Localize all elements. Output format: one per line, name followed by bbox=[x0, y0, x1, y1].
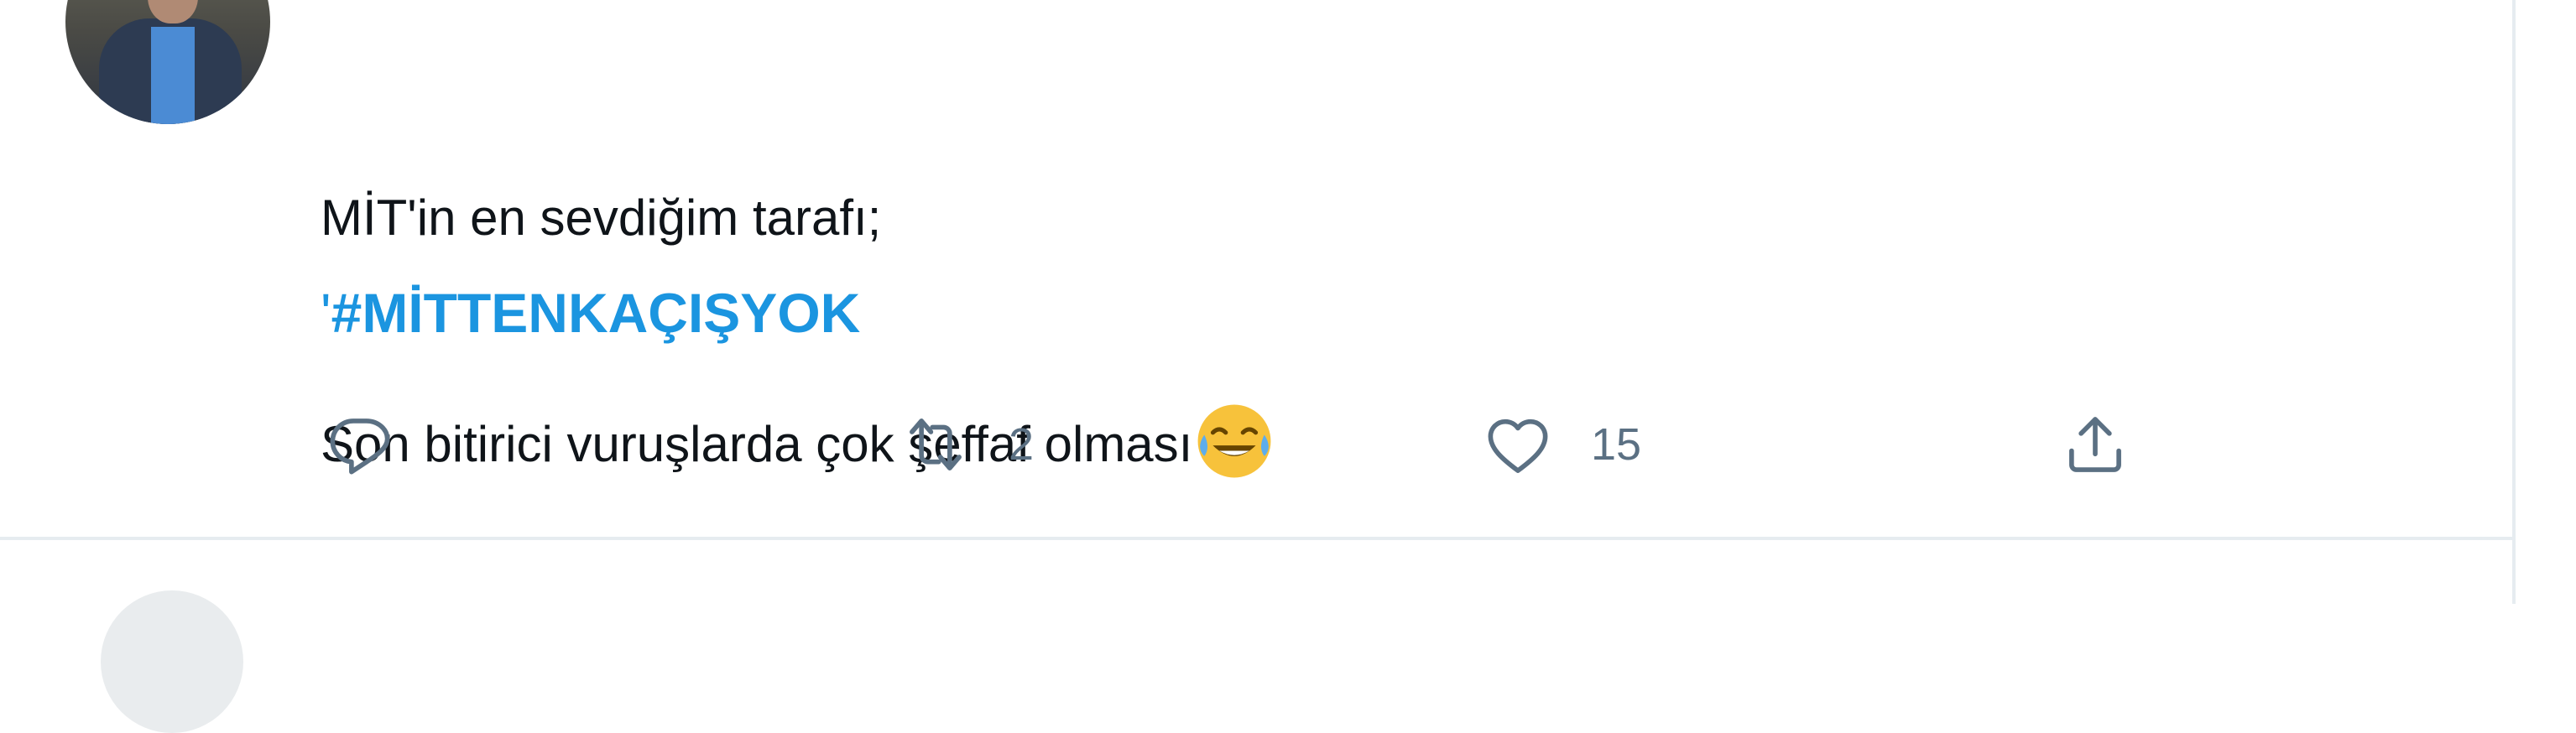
tweet-text-line-2-content: Son bitirici vuruşlarda çok şeffaf olmas… bbox=[321, 416, 1193, 472]
hashtag-link[interactable]: #MİTTENKAÇIŞYOK bbox=[331, 282, 861, 344]
share-icon bbox=[2069, 417, 2121, 472]
hashtag-line: '#MİTTENKAÇIŞYOK bbox=[321, 275, 860, 351]
like-count: 15 bbox=[1591, 419, 1642, 470]
avatar[interactable] bbox=[65, 0, 270, 124]
retweet-icon bbox=[910, 418, 962, 470]
reply-button[interactable] bbox=[322, 411, 433, 478]
share-button[interactable] bbox=[2057, 411, 2168, 478]
heart-icon bbox=[1488, 418, 1548, 473]
reply-icon bbox=[330, 418, 390, 475]
retweet-count: 2 bbox=[1009, 419, 1035, 470]
tweet-divider bbox=[0, 537, 2514, 540]
next-tweet-avatar[interactable] bbox=[101, 590, 243, 733]
tweet-text-line-1: MİT'in en sevdiğim tarafı; bbox=[321, 190, 882, 246]
like-button[interactable]: 15 bbox=[1480, 411, 1641, 478]
retweet-button[interactable]: 2 bbox=[898, 411, 1034, 478]
tweet-text-line-2: Son bitirici vuruşlarda çok şeffaf olmas… bbox=[321, 403, 1273, 478]
tweet: MİT'in en sevdiğim tarafı; Son bitirici … bbox=[0, 0, 2514, 537]
hashtag-prefix: ' bbox=[321, 282, 331, 344]
avatar-figure-shirt bbox=[151, 27, 195, 124]
face-with-tears-of-joy-emoji bbox=[1197, 404, 1271, 478]
timeline-right-border bbox=[2512, 0, 2516, 604]
